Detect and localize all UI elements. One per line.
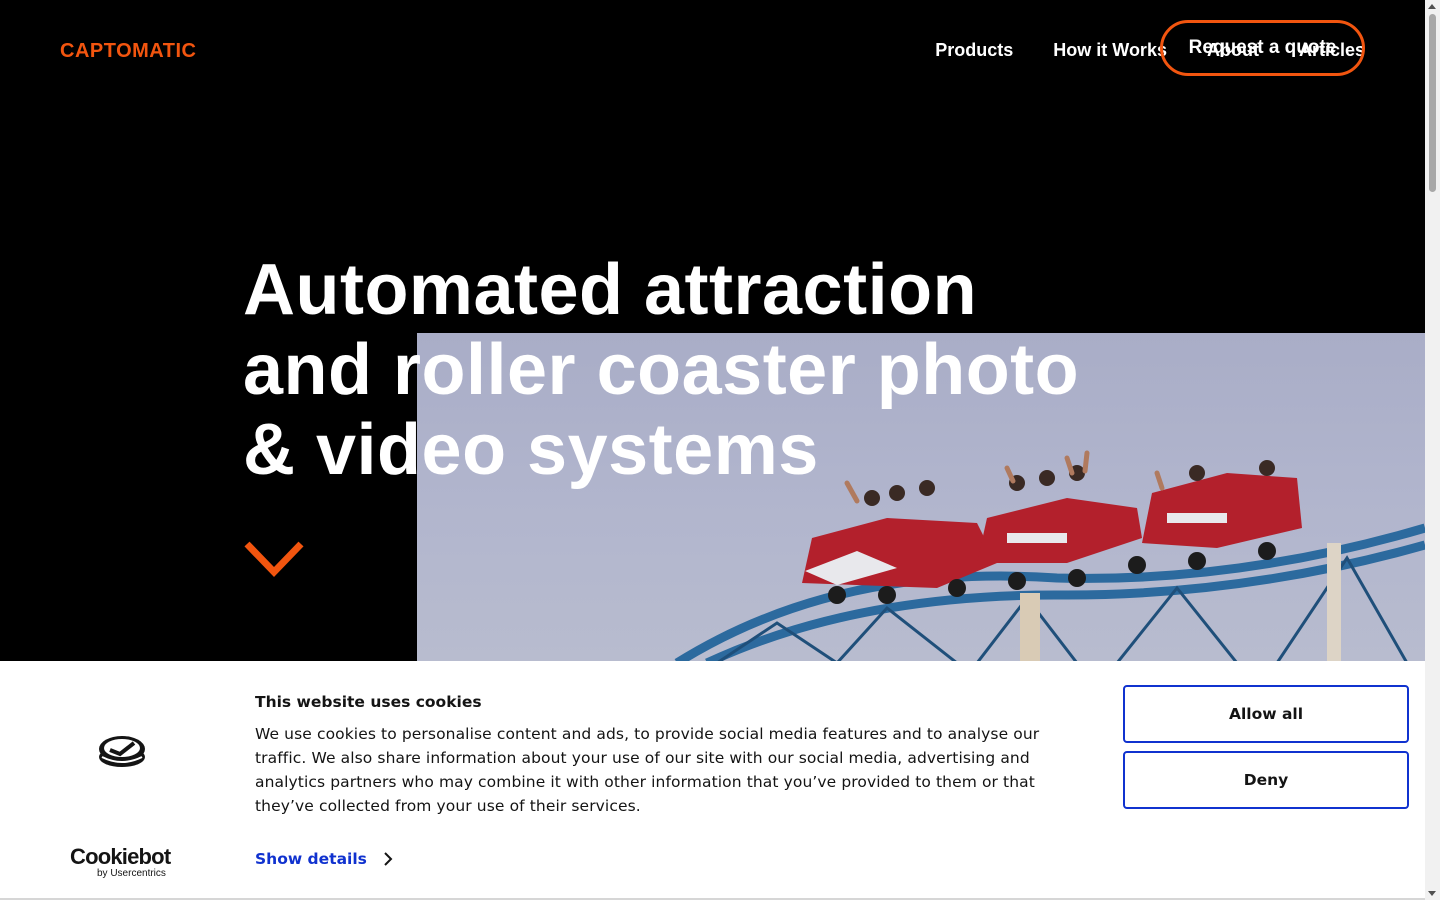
page-scrollbar[interactable] [1425,0,1440,900]
headline-line-2: and roller coaster photo [243,330,1080,410]
deny-button[interactable]: Deny [1123,751,1409,809]
logo-text: CAPTOMATIC [60,40,196,62]
cookiebot-brand-sub: by Usercentrics [97,868,166,879]
cookiebot-brand: Cookiebot by Usercentrics [70,844,174,880]
scroll-down-icon[interactable] [1428,891,1436,896]
cookiebot-logo-icon [99,736,145,767]
cookie-consent-banner: Cookiebot by Usercentrics This website u… [0,661,1425,900]
request-quote-button[interactable]: Request a quote [1160,20,1365,76]
headline-line-1: Automated attraction [243,250,978,330]
captomatic-logo[interactable]: CAPTOMATIC [60,38,222,62]
hero-headline: Automated attraction and roller coaster … [243,250,1143,490]
cookiebot-brand-name: Cookiebot [70,844,171,869]
nav-how-it-works[interactable]: How it Works [1053,38,1167,62]
headline-line-3: & video systems [243,410,819,490]
cookie-banner-text: We use cookies to personalise content an… [255,725,1040,815]
cookie-banner-title: This website uses cookies [255,693,482,711]
show-details-link[interactable]: Show details [255,850,393,868]
chevron-down-icon[interactable] [243,540,305,578]
scroll-thumb[interactable] [1429,14,1436,192]
nav-products[interactable]: Products [935,38,1013,62]
allow-all-button[interactable]: Allow all [1123,685,1409,743]
scroll-up-icon[interactable] [1428,4,1436,9]
chevron-right-icon [384,852,393,866]
show-details-label: Show details [255,850,367,868]
